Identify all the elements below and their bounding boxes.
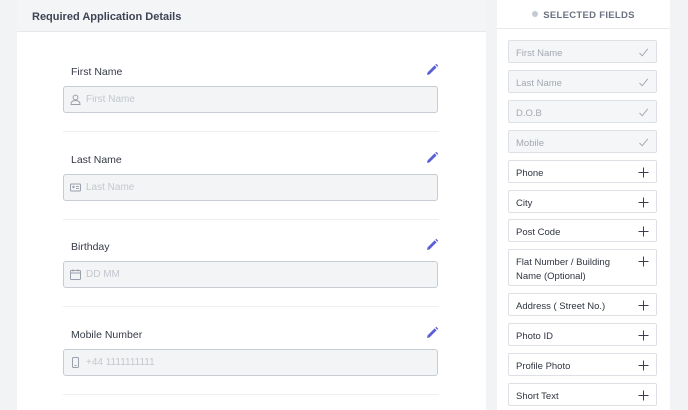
status-dot-icon [532, 11, 539, 17]
first-name-input[interactable]: First Name [63, 86, 438, 113]
selected-fields-header: SELECTED FIELDS [497, 0, 670, 29]
check-icon [639, 48, 649, 57]
add-field-item[interactable]: Photo ID [508, 323, 657, 346]
divider [63, 219, 439, 220]
plus-icon[interactable] [638, 330, 649, 341]
field-option-label: Short Text [516, 391, 559, 402]
selected-field-item: First Name [508, 40, 657, 63]
check-icon [639, 108, 649, 117]
add-field-item[interactable]: City [508, 190, 657, 213]
pencil-icon[interactable] [425, 326, 439, 340]
plus-icon[interactable] [638, 167, 649, 178]
selected-fields-panel: SELECTED FIELDS First Name Last Name D.O… [497, 0, 670, 410]
plus-icon[interactable] [638, 197, 649, 208]
field-option-label: Address ( Street No.) [516, 301, 606, 312]
calendar-icon [70, 269, 81, 280]
last-name-input[interactable]: Last Name [63, 174, 438, 201]
mobile-number-input[interactable]: +44 1111111111 [63, 349, 438, 376]
pencil-icon[interactable] [425, 238, 439, 252]
add-field-item[interactable]: Address ( Street No.) [508, 293, 657, 316]
selected-field-item: D.O.B [508, 100, 657, 123]
field-option-label: Flat Number / Building Name (Optional) [516, 257, 610, 282]
field-option-label: Profile Photo [516, 361, 571, 372]
selected-fields-title: SELECTED FIELDS [543, 10, 635, 21]
mobile-icon [72, 357, 79, 368]
add-field-item[interactable]: Flat Number / Building Name (Optional) [508, 249, 657, 286]
field-option-label: Photo ID [516, 331, 553, 342]
field-option-label: City [516, 198, 533, 209]
divider [63, 131, 439, 132]
panel-title: Required Application Details [17, 0, 486, 32]
divider [63, 394, 439, 395]
user-icon [70, 94, 81, 105]
divider [63, 306, 439, 307]
field-option-label: Mobile [516, 138, 544, 149]
selected-field-item: Last Name [508, 70, 657, 93]
check-icon [639, 78, 649, 87]
input-placeholder: Last Name [86, 182, 135, 193]
plus-icon[interactable] [638, 360, 649, 371]
field-option-label: Post Code [516, 227, 561, 238]
plus-icon[interactable] [638, 256, 649, 267]
field-label: Birthday [71, 241, 110, 253]
add-field-item[interactable]: Short Text [508, 383, 657, 406]
add-field-item[interactable]: Phone [508, 160, 657, 183]
id-card-icon [70, 183, 81, 192]
input-placeholder: DD MM [86, 269, 120, 280]
input-placeholder: First Name [86, 94, 135, 105]
input-placeholder: +44 1111111111 [86, 357, 155, 368]
field-option-label: First Name [516, 48, 563, 59]
add-field-item[interactable]: Post Code [508, 219, 657, 242]
field-option-label: Phone [516, 168, 544, 179]
pencil-icon[interactable] [425, 151, 439, 165]
plus-icon[interactable] [638, 226, 649, 237]
application-details-panel: Required Application Details First Name … [17, 0, 486, 410]
check-icon [639, 138, 649, 147]
plus-icon[interactable] [638, 390, 649, 401]
plus-icon[interactable] [638, 300, 649, 311]
field-label: First Name [71, 66, 123, 78]
field-option-label: Last Name [516, 78, 562, 89]
field-option-label: D.O.B [516, 108, 542, 119]
field-label: Mobile Number [71, 329, 143, 341]
birthday-input[interactable]: DD MM [63, 261, 438, 288]
selected-field-item: Mobile [508, 130, 657, 153]
add-field-item[interactable]: Profile Photo [508, 353, 657, 376]
pencil-icon[interactable] [425, 63, 439, 77]
field-label: Last Name [71, 154, 122, 166]
